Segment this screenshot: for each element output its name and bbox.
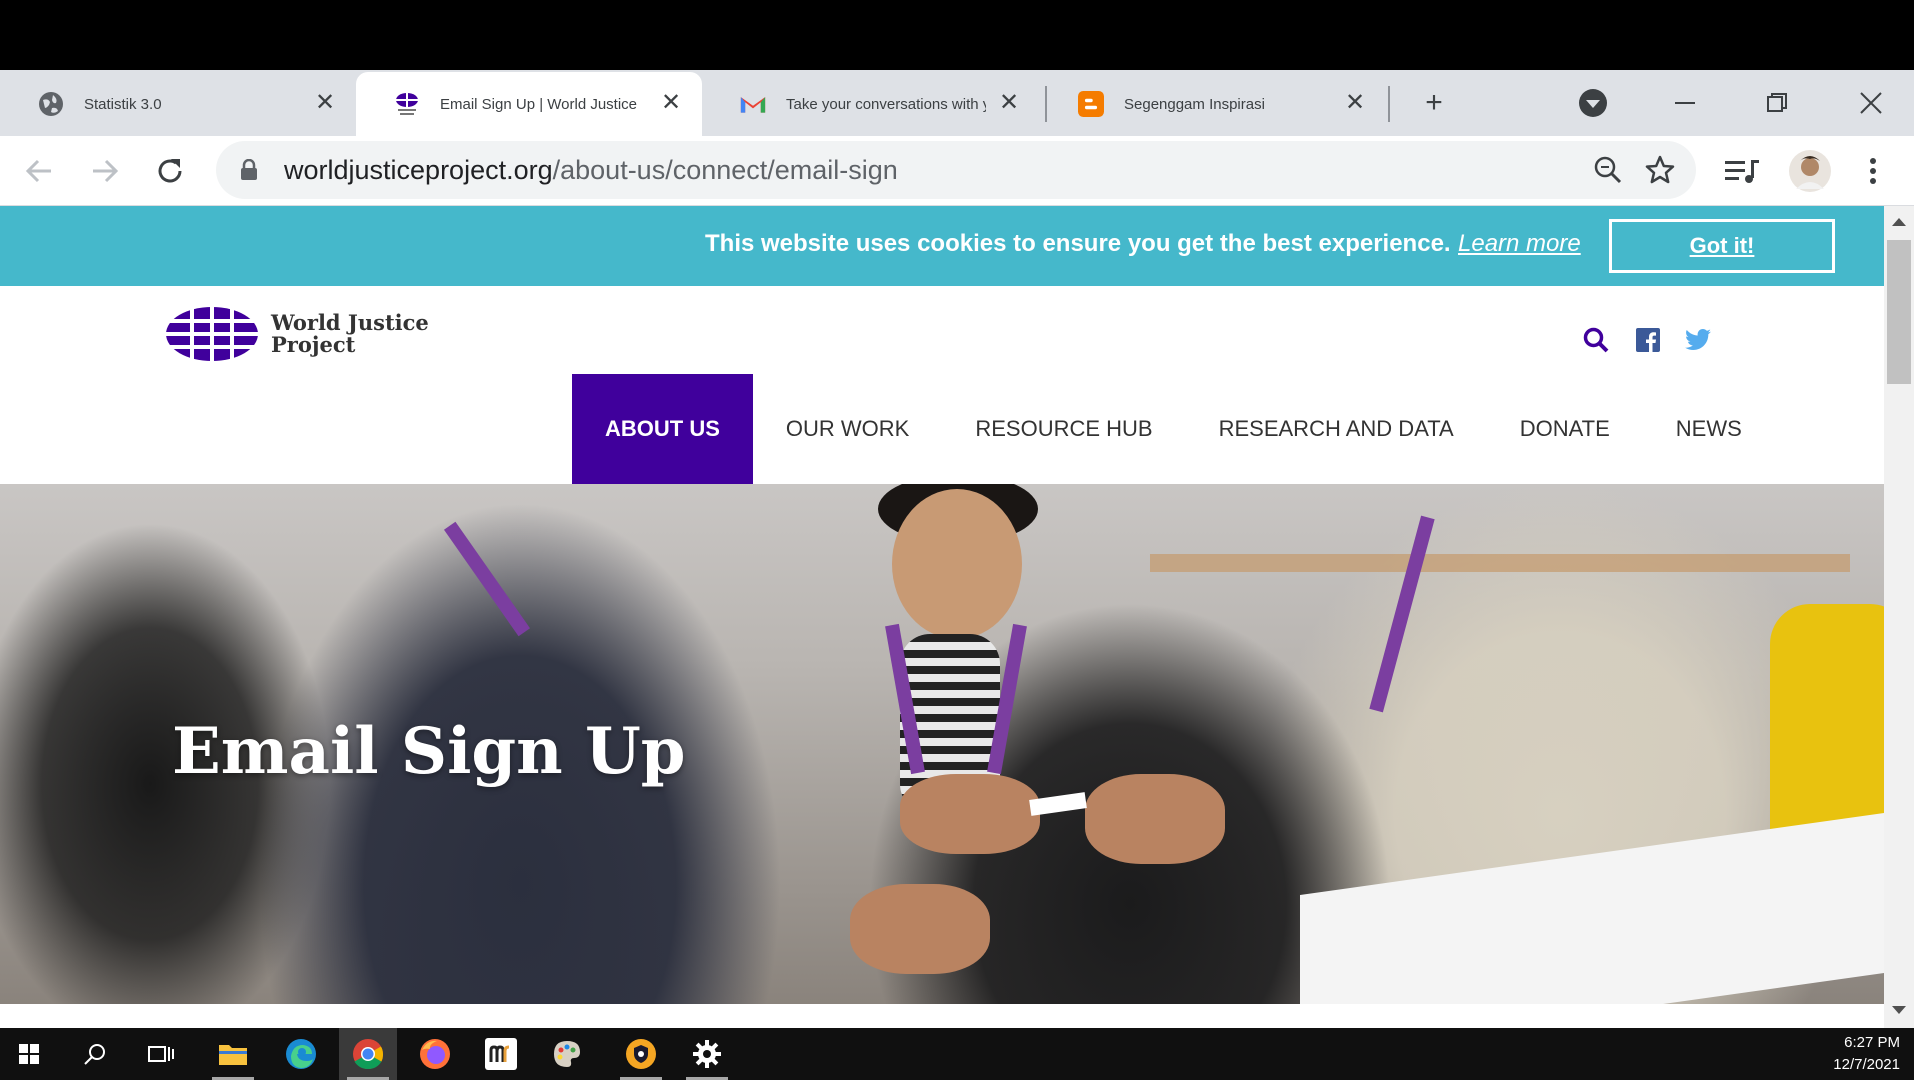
nav-donate[interactable]: DONATE [1487, 374, 1643, 484]
windows-taskbar: 6:27 PM 12/7/2021 [0, 1028, 1914, 1080]
cookie-learn-more-link[interactable]: Learn more [1458, 230, 1581, 258]
page-title: Email Sign Up [172, 714, 686, 789]
lock-icon[interactable] [240, 158, 258, 186]
hero-photo-lanyard [1369, 515, 1435, 713]
tab-blogger[interactable]: Segenggam Inspirasi ✕ [1040, 72, 1386, 136]
hero-photo-hand [1085, 774, 1225, 864]
close-tab-icon[interactable]: ✕ [312, 90, 338, 116]
system-clock[interactable]: 6:27 PM 12/7/2021 [1833, 1032, 1900, 1076]
tab-title: Email Sign Up | World Justice Project [440, 95, 640, 113]
back-icon[interactable] [20, 152, 58, 190]
main-navigation: ABOUT US OUR WORK RESOURCE HUB RESEARCH … [572, 374, 1775, 484]
wjp-icon [394, 91, 420, 117]
zoom-icon[interactable] [1591, 153, 1625, 187]
nav-research-and-data[interactable]: RESEARCH AND DATA [1186, 374, 1487, 484]
clock-date: 12/7/2021 [1833, 1056, 1900, 1073]
scroll-thumb[interactable] [1887, 240, 1911, 384]
url-text: worldjusticeproject.org/about-us/connect… [284, 155, 898, 186]
scroll-up-icon[interactable] [1892, 218, 1906, 226]
globe-icon [38, 91, 64, 117]
hero-banner: Email Sign Up [0, 484, 1884, 1004]
nav-our-work[interactable]: OUR WORK [753, 374, 942, 484]
url-host: worldjusticeproject.org [284, 155, 553, 185]
gmail-icon [740, 91, 766, 117]
tab-gmail[interactable]: Take your conversations with you ✕ [702, 72, 1040, 136]
search-icon[interactable] [66, 1028, 124, 1080]
browser-toolbar: worldjusticeproject.org/about-us/connect… [0, 136, 1914, 206]
reload-icon[interactable] [151, 152, 189, 190]
nav-about-us[interactable]: ABOUT US [572, 374, 753, 484]
tab-title: Statistik 3.0 [84, 95, 162, 113]
task-view-icon[interactable] [132, 1028, 190, 1080]
hero-photo-lanyard [443, 521, 531, 637]
clock-time: 6:27 PM [1844, 1034, 1900, 1051]
media-control-icon[interactable] [1723, 152, 1761, 190]
mendeley-icon[interactable] [472, 1028, 530, 1080]
wjp-globe-logo-icon [165, 306, 259, 362]
hero-photo-shelf [1150, 554, 1850, 572]
tab-statistik[interactable]: Statistik 3.0 ✕ [0, 72, 356, 136]
minimize-icon[interactable] [1666, 84, 1704, 122]
file-explorer-icon[interactable] [204, 1028, 262, 1080]
firefox-icon[interactable] [406, 1028, 464, 1080]
cookie-banner: This website uses cookies to ensure you … [0, 206, 1884, 286]
edge-icon[interactable] [272, 1028, 330, 1080]
url-path: /about-us/connect/email-sign [552, 155, 898, 185]
hero-photo-business-card [1029, 792, 1087, 816]
logo-text: World Justice Project [271, 312, 429, 356]
close-tab-icon[interactable]: ✕ [996, 90, 1022, 116]
close-tab-icon[interactable]: ✕ [1342, 90, 1368, 116]
profile-avatar[interactable] [1788, 149, 1832, 193]
tab-email-sign-up[interactable]: Email Sign Up | World Justice Project ✕ [356, 72, 702, 136]
settings-gear-icon[interactable] [678, 1028, 736, 1080]
hero-photo-face [892, 489, 1022, 639]
site-header: World Justice Project ABOUT US OUR WORK … [0, 286, 1884, 488]
scroll-down-icon[interactable] [1892, 1006, 1906, 1014]
tab-title: Take your conversations with you [786, 95, 986, 113]
tab-strip: Statistik 3.0 ✕ Email Sign Up | World Ju… [0, 70, 1914, 136]
windows-start-icon[interactable] [0, 1028, 58, 1080]
vpn-shield-icon[interactable] [612, 1028, 670, 1080]
screen: Statistik 3.0 ✕ Email Sign Up | World Ju… [0, 0, 1914, 1080]
chrome-icon[interactable] [339, 1028, 397, 1080]
hero-photo-hand [850, 884, 990, 974]
forward-icon[interactable] [86, 152, 124, 190]
restore-icon[interactable] [1758, 84, 1796, 122]
twitter-icon[interactable] [1684, 326, 1712, 354]
nav-resource-hub[interactable]: RESOURCE HUB [942, 374, 1185, 484]
tab-separator [1388, 86, 1390, 122]
tab-title: Segenggam Inspirasi [1124, 95, 1265, 113]
page-scrollbar[interactable] [1884, 206, 1914, 1028]
cookie-accept-button[interactable]: Got it! [1609, 219, 1835, 273]
address-bar[interactable]: worldjusticeproject.org/about-us/connect… [216, 141, 1696, 199]
logo-line-1: World Justice [271, 310, 429, 335]
logo-line-2: Project [271, 332, 356, 357]
hero-photo-counter [1300, 812, 1884, 1004]
close-tab-icon[interactable]: ✕ [658, 90, 684, 116]
close-window-icon[interactable] [1852, 84, 1890, 122]
new-tab-icon[interactable]: + [1415, 84, 1453, 122]
menu-kebab-icon[interactable] [1854, 152, 1892, 190]
top-bezel [0, 0, 1914, 70]
paint-palette-icon[interactable] [538, 1028, 596, 1080]
site-logo[interactable]: World Justice Project [165, 306, 429, 362]
bookmark-star-icon[interactable] [1643, 153, 1677, 187]
nav-news[interactable]: NEWS [1643, 374, 1775, 484]
blogger-icon [1078, 91, 1104, 117]
tab-separator [1045, 86, 1047, 122]
page-viewport: This website uses cookies to ensure you … [0, 206, 1884, 1028]
cookie-message: This website uses cookies to ensure you … [705, 230, 1451, 257]
tab-search-icon[interactable] [1574, 84, 1612, 122]
facebook-icon[interactable] [1634, 326, 1662, 354]
search-icon[interactable] [1582, 326, 1610, 354]
hero-photo-hand [900, 774, 1040, 854]
